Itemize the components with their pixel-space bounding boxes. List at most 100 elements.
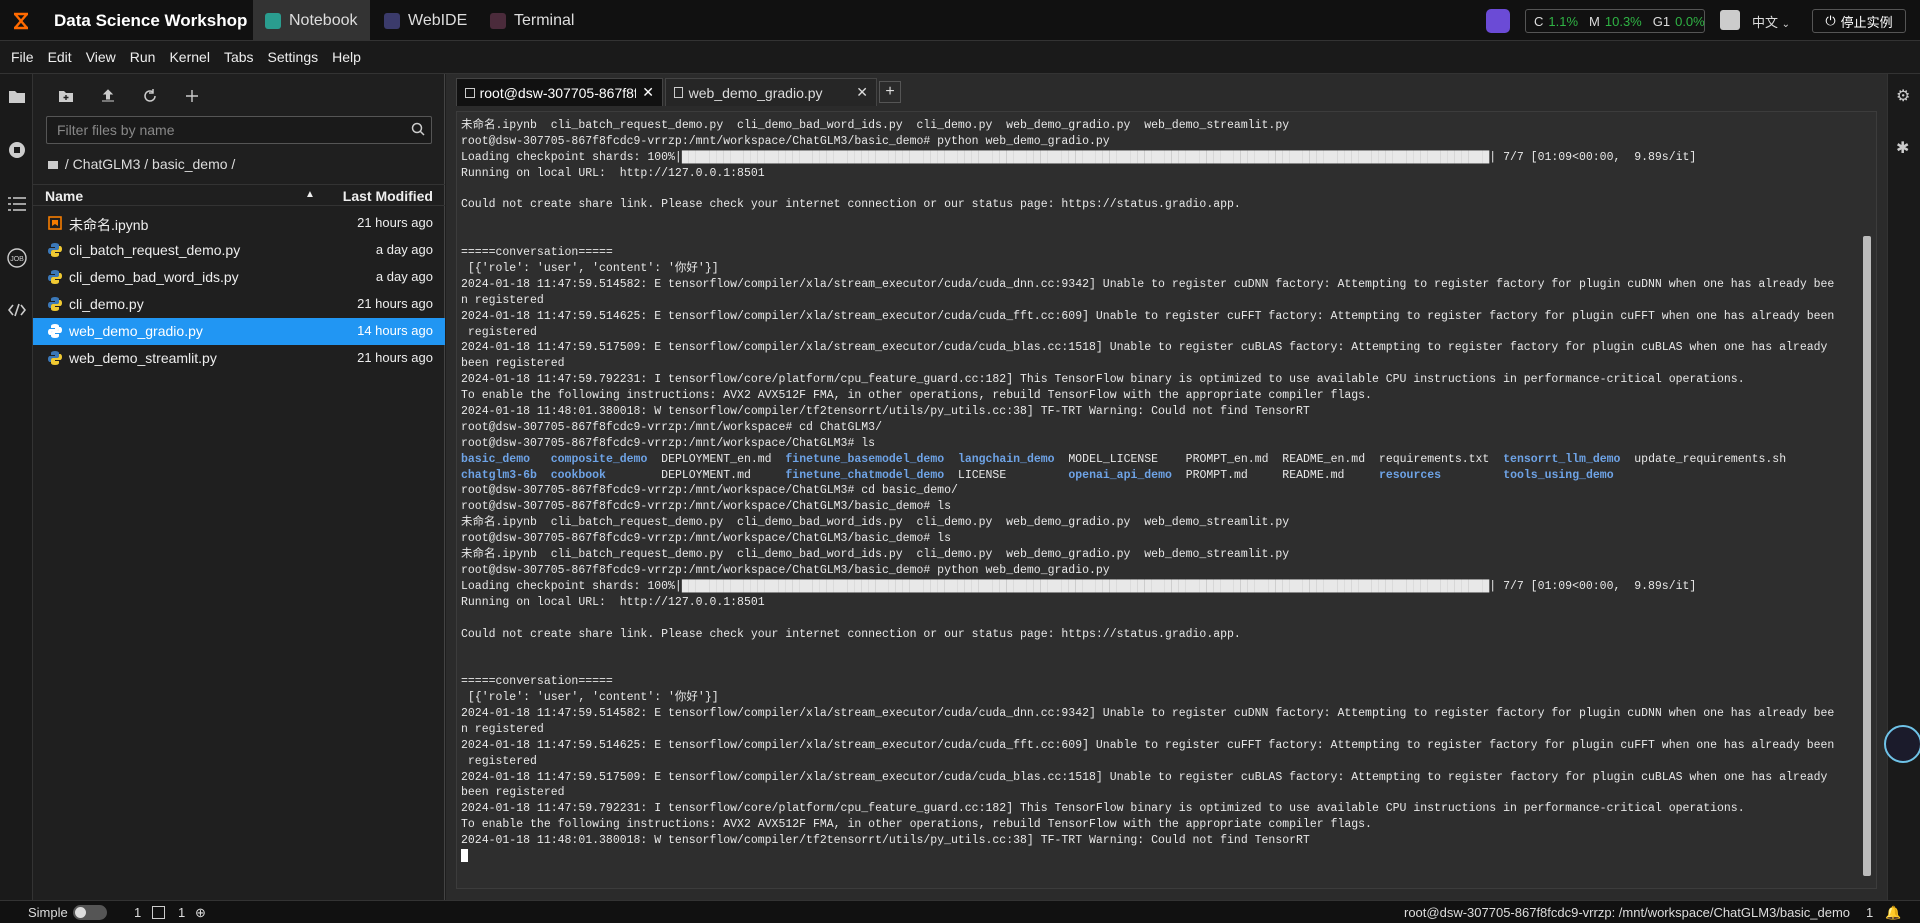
logo[interactable] bbox=[0, 0, 41, 41]
brand-title: Data Science Workshop bbox=[54, 11, 248, 30]
terminal-line: Loading checkpoint shards: 100%|████████… bbox=[461, 150, 1697, 164]
file-browser: / ChatGLM3 / basic_demo / Name ▲ Last Mo… bbox=[33, 74, 445, 900]
settings-gear-icon[interactable]: ⚙ bbox=[1896, 86, 1910, 106]
assistant-float-icon[interactable] bbox=[1884, 725, 1920, 763]
main-area: root@dsw-307705-867f8fcdc ✕ web_demo_gra… bbox=[446, 74, 1887, 900]
terminal-line: Running on local URL: http://127.0.0.1:8… bbox=[461, 166, 765, 180]
menu-file[interactable]: File bbox=[4, 49, 41, 65]
top-bar: Data Science Workshop Notebook WebIDE Te… bbox=[0, 0, 1920, 41]
file-row[interactable]: 未命名.ipynb 21 hours ago bbox=[33, 210, 445, 237]
add-tab-button[interactable]: + bbox=[879, 81, 901, 103]
file-entry bbox=[1441, 469, 1503, 482]
tab-notebook[interactable]: Notebook bbox=[253, 0, 370, 41]
webide-icon bbox=[384, 12, 400, 29]
file-filter[interactable] bbox=[46, 116, 432, 144]
terminal-line: 2024-01-18 11:47:59.517509: E tensorflow… bbox=[461, 341, 1828, 355]
mem-label: M bbox=[1589, 13, 1600, 29]
filter-input[interactable] bbox=[47, 117, 431, 143]
toc-icon[interactable] bbox=[7, 194, 27, 214]
file-row-selected[interactable]: web_demo_gradio.py 14 hours ago bbox=[33, 318, 445, 345]
running-icon[interactable] bbox=[7, 140, 27, 160]
code-icon[interactable] bbox=[7, 300, 27, 320]
tab-terminal-session[interactable]: root@dsw-307705-867f8fcdc ✕ bbox=[456, 78, 663, 106]
file-modified: a day ago bbox=[375, 242, 433, 257]
status-bar: Simple 1 1 ⊕ root@dsw-307705-867f8fcdc9-… bbox=[0, 900, 1920, 923]
jobs-icon[interactable]: JOB bbox=[7, 248, 27, 268]
column-name[interactable]: Name bbox=[45, 188, 83, 204]
menu-tabs[interactable]: Tabs bbox=[217, 49, 261, 65]
terminal-line: root@dsw-307705-867f8fcdc9-vrrzp:/mnt/wo… bbox=[461, 563, 1110, 577]
folder-icon[interactable] bbox=[7, 86, 27, 106]
menu-kernel[interactable]: Kernel bbox=[162, 49, 216, 65]
python-file-icon bbox=[48, 270, 62, 284]
kernels-count[interactable]: 1 bbox=[134, 905, 141, 920]
close-icon[interactable]: ✕ bbox=[856, 84, 868, 101]
terminal-line: Running on local URL: http://127.0.0.1:8… bbox=[461, 595, 765, 609]
terminal-cursor bbox=[461, 849, 468, 863]
notebook-file-icon bbox=[48, 216, 62, 230]
python-file-icon bbox=[48, 324, 62, 338]
file-row[interactable]: web_demo_streamlit.py 21 hours ago bbox=[33, 345, 445, 372]
terminal-output[interactable]: 未命名.ipynb cli_batch_request_demo.py cli_… bbox=[456, 111, 1877, 889]
refresh-icon[interactable] bbox=[140, 86, 160, 106]
menu-edit[interactable]: Edit bbox=[41, 49, 79, 65]
language-selector[interactable]: 中文 ⌄ bbox=[1752, 12, 1790, 31]
menu-view[interactable]: View bbox=[79, 49, 123, 65]
gpu-value: 0.0% bbox=[1675, 13, 1705, 29]
file-row[interactable]: cli_batch_request_demo.py a day ago bbox=[33, 237, 445, 264]
terminal-lines: 未命名.ipynb cli_batch_request_demo.py cli_… bbox=[461, 118, 1861, 865]
simple-mode-toggle[interactable] bbox=[73, 905, 107, 920]
menu-help[interactable]: Help bbox=[325, 49, 368, 65]
svg-text:JOB: JOB bbox=[10, 256, 24, 263]
tab-webide[interactable]: WebIDE bbox=[372, 0, 479, 41]
sort-arrow-icon[interactable]: ▲ bbox=[305, 189, 315, 200]
terminal-line: 2024-01-18 11:47:59.517509: E tensorflow… bbox=[461, 770, 1828, 784]
column-last-modified[interactable]: Last Modified bbox=[343, 188, 433, 204]
upload-icon[interactable] bbox=[98, 86, 118, 106]
close-icon[interactable]: ✕ bbox=[642, 84, 654, 101]
debugger-icon[interactable]: ✱ bbox=[1896, 138, 1909, 158]
menu-run[interactable]: Run bbox=[123, 49, 163, 65]
editor-tabs: root@dsw-307705-867f8fcdc ✕ web_demo_gra… bbox=[456, 78, 901, 106]
scrollbar-thumb[interactable] bbox=[1863, 236, 1871, 876]
terminal-line: Loading checkpoint shards: 100%|████████… bbox=[461, 579, 1697, 593]
menu-bar: File Edit View Run Kernel Tabs Settings … bbox=[0, 41, 1920, 74]
file-row[interactable]: cli_demo_bad_word_ids.py a day ago bbox=[33, 264, 445, 291]
assistant-icon[interactable] bbox=[1486, 9, 1510, 33]
file-list-header: Name ▲ Last Modified bbox=[33, 184, 445, 206]
terminal-line: Could not create share link. Please chec… bbox=[461, 627, 1241, 641]
scrollbar[interactable] bbox=[1862, 116, 1872, 886]
terminal-line: root@dsw-307705-867f8fcdc9-vrrzp:/mnt/wo… bbox=[461, 134, 1110, 148]
stop-instance-button[interactable]: ⏻ 停止实例 bbox=[1812, 9, 1906, 33]
breadcrumb-path[interactable]: / ChatGLM3 / basic_demo / bbox=[65, 156, 235, 172]
tab-terminal[interactable]: Terminal bbox=[478, 0, 586, 41]
terminal-line: n registered bbox=[461, 722, 544, 736]
directory-entry: tensorrt_llm_demo bbox=[1503, 452, 1621, 466]
language-label: 中文 bbox=[1752, 15, 1779, 30]
terminals-count[interactable]: 1 bbox=[178, 905, 185, 920]
directory-entry: basic_demo bbox=[461, 452, 531, 466]
tab-notebook-label: Notebook bbox=[289, 11, 358, 29]
network-icon[interactable]: ⊕ bbox=[195, 905, 206, 921]
breadcrumb[interactable]: / ChatGLM3 / basic_demo / bbox=[48, 156, 235, 172]
avatar[interactable] bbox=[1720, 10, 1740, 30]
file-entry bbox=[537, 469, 551, 482]
tab-terminal-label: Terminal bbox=[514, 11, 575, 29]
file-row[interactable]: cli_demo.py 21 hours ago bbox=[33, 291, 445, 318]
terminal-line: 2024-01-18 11:47:59.514625: E tensorflow… bbox=[461, 309, 1835, 323]
file-entry: LICENSE bbox=[944, 468, 1069, 482]
new-folder-icon[interactable] bbox=[56, 86, 76, 106]
file-entry: DEPLOYMENT_en.md bbox=[647, 452, 786, 466]
plus-icon[interactable] bbox=[182, 86, 202, 106]
bell-icon[interactable]: 🔔 bbox=[1885, 905, 1901, 921]
menu-settings[interactable]: Settings bbox=[261, 49, 326, 65]
terminal-line: root@dsw-307705-867f8fcdc9-vrrzp:/mnt/wo… bbox=[461, 500, 951, 514]
tab-web-demo-gradio[interactable]: web_demo_gradio.py ✕ bbox=[665, 78, 877, 106]
directory-entry: langchain_demo bbox=[957, 452, 1055, 466]
resource-metrics[interactable]: C 1.1% M 10.3% G1 0.0% bbox=[1525, 9, 1705, 33]
terminal-small-icon bbox=[465, 87, 475, 98]
terminal-status-icon bbox=[152, 906, 165, 919]
tab-label: root@dsw-307705-867f8fcdc bbox=[479, 84, 637, 101]
directory-entry: finetune_basemodel_demo bbox=[785, 452, 945, 466]
